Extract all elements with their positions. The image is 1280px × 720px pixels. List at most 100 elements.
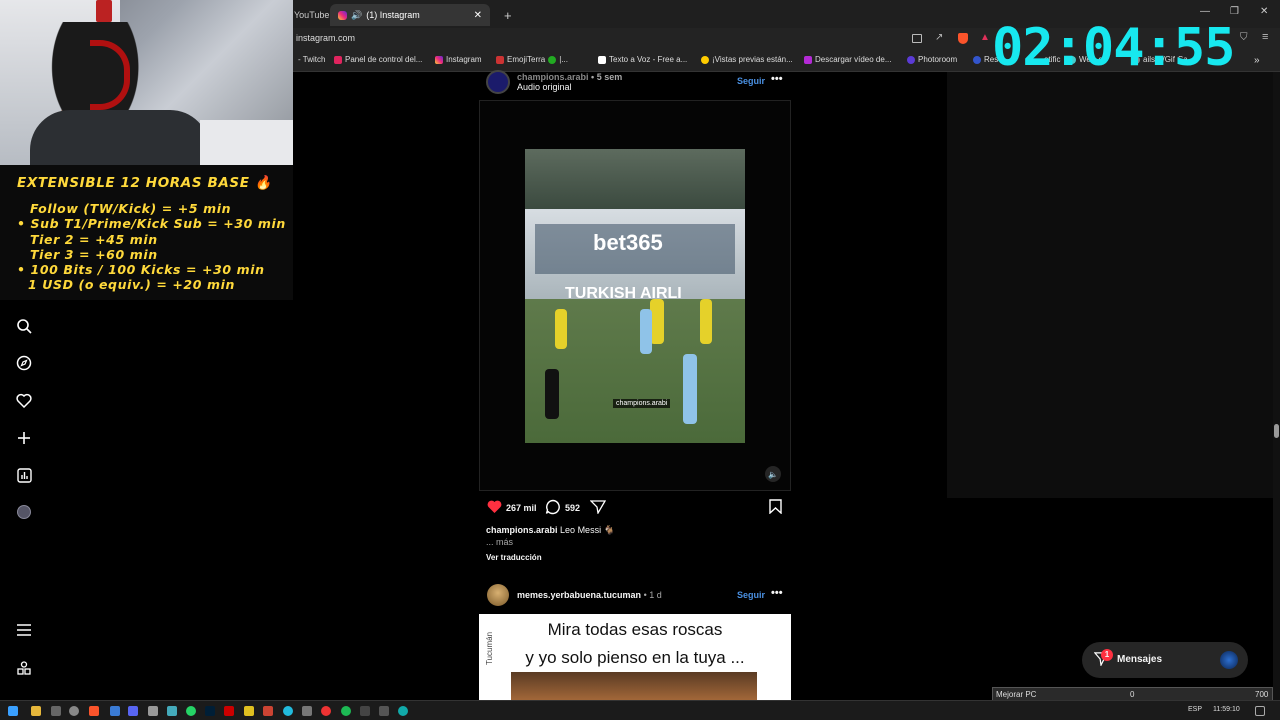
player — [683, 354, 697, 424]
app-icon[interactable] — [379, 706, 389, 716]
url-field[interactable]: instagram.com — [296, 33, 355, 43]
messages-button[interactable]: 1 Mensajes — [1082, 642, 1248, 678]
menu-icon[interactable]: ≡ — [1262, 31, 1268, 43]
create-icon[interactable] — [14, 428, 34, 448]
system-clock[interactable]: 11:59:10 — [1213, 706, 1240, 713]
more-menu-icon[interactable] — [14, 620, 34, 640]
post-audio[interactable]: Audio original — [517, 82, 572, 92]
page-scrollbar[interactable] — [1273, 72, 1280, 700]
explorer-icon[interactable] — [31, 706, 41, 716]
popup-value-1: 0 — [1130, 690, 1135, 699]
obs-icon[interactable] — [69, 706, 79, 716]
notifications-icon[interactable] — [1255, 706, 1265, 716]
profile-avatar-icon[interactable] — [14, 502, 34, 522]
spotify-icon[interactable] — [341, 706, 351, 716]
bookmark-instagram[interactable]: Instagram — [435, 55, 482, 64]
tab-instagram-label: (1) Instagram — [366, 10, 420, 20]
bookmark-label: Instagram — [446, 55, 482, 64]
more-options-icon[interactable]: ••• — [771, 73, 783, 85]
brave-shield-icon[interactable] — [958, 33, 968, 44]
bookmark-descargar-video[interactable]: Descargar vídeo de... — [804, 55, 891, 64]
video-player[interactable]: bet365 TURKISH AIRLI champions.arabi — [525, 149, 745, 443]
player — [640, 309, 652, 354]
post-author-username[interactable]: champions.arabi • 5 sem — [517, 72, 622, 82]
countdown-timer: 02:04:55 — [992, 18, 1235, 78]
discord-icon[interactable] — [128, 706, 138, 716]
post2-author-avatar[interactable] — [487, 584, 509, 606]
url-text: instagram.com — [296, 33, 356, 43]
more-options-icon[interactable]: ••• — [771, 587, 783, 599]
post-author-avatar[interactable] — [486, 70, 510, 94]
username-text: memes.yerbabuena.tucuman — [517, 590, 642, 600]
tab-youtube-label: YouTube — [294, 10, 330, 20]
follow-button-2[interactable]: Seguir — [737, 590, 765, 600]
app-icon[interactable] — [283, 706, 293, 716]
caption-username[interactable]: champions.arabi — [486, 525, 558, 535]
bookmark-emojiterra[interactable]: EmojiTerra |... — [496, 55, 568, 64]
tab-youtube[interactable]: YouTube — [292, 4, 329, 26]
emoji-icon — [496, 55, 504, 64]
language-indicator[interactable]: ESP — [1188, 706, 1202, 713]
cast-icon[interactable] — [912, 34, 922, 43]
bookmark-label: EmojiTerra — [507, 55, 546, 64]
shoulders — [30, 110, 210, 165]
bookmark-panel-control[interactable]: Panel de control del... — [334, 55, 422, 64]
bookmark-photoroom[interactable]: Photoroom — [907, 55, 957, 64]
subathon-info-panel: EXTENSIBLE 12 HORAS BASE 🔥 Follow (TW/Ki… — [0, 165, 293, 300]
new-tab-button[interactable]: + — [496, 4, 520, 26]
popup-value-2: 700 — [1255, 690, 1269, 699]
heart-icon[interactable] — [14, 390, 34, 410]
bookmark-texto-voz[interactable]: Texto a Voz - Free a... — [598, 55, 687, 64]
photoshop-icon[interactable] — [205, 706, 215, 716]
info-line: Tier 2 = +45 min — [30, 232, 158, 247]
share-post-icon[interactable] — [589, 500, 607, 519]
app-icon[interactable] — [321, 706, 331, 716]
vpn-icon[interactable]: ⛉ — [1240, 32, 1248, 43]
bookmarks-overflow-icon[interactable]: » — [1254, 55, 1260, 66]
app-icon[interactable] — [244, 706, 254, 716]
app-icon[interactable] — [148, 706, 158, 716]
restore-button[interactable]: ❐ — [1230, 6, 1239, 17]
comment-icon[interactable] — [545, 499, 561, 520]
app-icon[interactable] — [110, 706, 120, 716]
like-icon[interactable] — [486, 499, 503, 519]
start-icon[interactable] — [8, 706, 18, 716]
caption-more[interactable]: ... más — [486, 537, 513, 547]
follow-button[interactable]: Seguir — [737, 76, 765, 86]
brave-icon[interactable] — [89, 706, 99, 716]
scrollbar-thumb[interactable] — [1274, 424, 1279, 438]
bookmark-label: - Twitch — [298, 55, 326, 64]
download-icon — [804, 55, 812, 64]
bookmark-twitch[interactable]: - Twitch — [298, 55, 325, 64]
minimize-button[interactable]: — — [1200, 6, 1210, 17]
like-count: 267 mil — [506, 503, 537, 513]
info-line: • Sub T1/Prime/Kick Sub = +30 min — [17, 216, 286, 231]
post2-media[interactable]: Mira todas esas roscas y yo solo pienso … — [479, 614, 791, 700]
app-icon[interactable] — [360, 706, 370, 716]
brave-rewards-icon[interactable]: ▲ — [980, 32, 990, 43]
explore-icon[interactable] — [14, 353, 34, 373]
app-icon[interactable] — [263, 706, 273, 716]
edge-icon[interactable] — [398, 706, 408, 716]
translate-link[interactable]: Ver traducción — [486, 553, 542, 562]
webcam-feed — [0, 0, 293, 165]
share-icon[interactable]: ↗ — [935, 32, 943, 43]
app-icon[interactable] — [224, 706, 234, 716]
meme-side-text: Tucumán — [485, 631, 495, 666]
search-icon[interactable] — [14, 316, 34, 336]
close-window-button[interactable]: ✕ — [1260, 6, 1268, 17]
whatsapp-icon[interactable] — [186, 706, 196, 716]
text-voice-icon — [598, 55, 606, 64]
save-icon[interactable] — [769, 499, 782, 519]
app-icon[interactable] — [51, 706, 61, 716]
mejorar-pc-bar[interactable]: Mejorar PC 0 700 — [992, 687, 1273, 701]
bookmark-vistas-previas[interactable]: ¡Vistas previas están... — [701, 55, 793, 64]
close-tab-icon[interactable]: ✕ — [474, 10, 482, 21]
dashboard-icon[interactable] — [14, 465, 34, 485]
post2-author-username[interactable]: memes.yerbabuena.tucuman • 1 d — [517, 590, 662, 600]
threads-apps-icon[interactable] — [14, 658, 34, 678]
app-icon[interactable] — [167, 706, 177, 716]
app-icon[interactable] — [302, 706, 312, 716]
tab-instagram[interactable]: 🔊 (1) Instagram ✕ — [330, 4, 490, 26]
mute-icon[interactable]: 🔈 — [765, 466, 781, 482]
